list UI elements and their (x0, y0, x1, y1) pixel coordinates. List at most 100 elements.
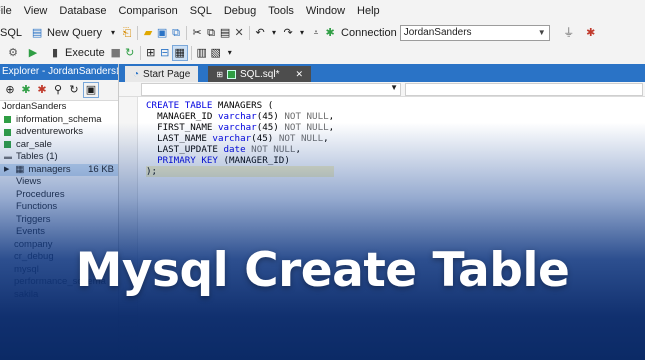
connect-icon[interactable]: ✱ (19, 83, 33, 97)
menu-debug[interactable]: Debug (218, 0, 262, 22)
menu-comparison[interactable]: Comparison (112, 0, 183, 22)
database-explorer: Explorer - JordanSanders ⊞ ✕ ⊕ ✱ ✱ ⚲ ↻ ▣… (0, 64, 119, 360)
paste-icon[interactable]: ▤ (218, 26, 232, 40)
explorer-title-bar: Explorer - JordanSanders ⊞ ✕ (0, 64, 118, 80)
menu-window[interactable]: Window (300, 0, 351, 22)
redo-dropdown-icon[interactable]: ▾ (295, 26, 309, 40)
database-icon (4, 128, 11, 136)
refresh-icon[interactable]: ↻ (67, 83, 81, 97)
collapse-icon[interactable]: ▣ (83, 82, 99, 98)
document-tabs: ◔ Start Page ⊞ SQL.sql* ✕ (119, 64, 645, 82)
refresh-icon[interactable]: ↻ (123, 46, 137, 60)
run-icon[interactable]: ▶ (26, 46, 40, 60)
comment-icon[interactable]: ▥ (195, 46, 209, 60)
tree-node-events-folder[interactable]: Events (0, 226, 118, 239)
explorer-toolbar: ⊕ ✱ ✱ ⚲ ↻ ▣ (0, 80, 118, 101)
new-query-icon: ▤ (31, 26, 43, 39)
object-selector[interactable]: ▼ (141, 83, 401, 96)
menu-sql[interactable]: SQL (184, 0, 218, 22)
execute-button[interactable]: ▮ Execute (44, 43, 109, 63)
status-icon (227, 69, 237, 79)
execute-label: Execute (65, 47, 105, 59)
menu-view[interactable]: View (18, 0, 54, 22)
sql-label: SQL (0, 27, 23, 39)
save-icon[interactable]: ▣ (155, 26, 169, 40)
chevron-down-icon: ▼ (537, 28, 546, 37)
disconnect-icon[interactable]: ✱ (35, 83, 49, 97)
tree-node-tables-folder[interactable]: ▬ Tables (1) (0, 151, 118, 164)
table-icon: ▦ (15, 163, 25, 175)
tab-sql-document[interactable]: ⊞ SQL.sql* ✕ (208, 66, 312, 82)
explain-plan-icon[interactable]: ⊞ (144, 46, 158, 60)
open-file-icon[interactable]: ⎗ (120, 26, 134, 40)
menu-bar: File View Database Comparison SQL Debug … (0, 0, 645, 22)
menu-help[interactable]: Help (351, 0, 386, 22)
execute-toolbar: ⚙ ▶ ▮ Execute ■ ↻ ⊞ ⊟ ▦ ▥ ▧ ▾ (0, 42, 645, 64)
tree-node-table[interactable]: ▶ ▦ managers 16 KB (0, 163, 118, 177)
code-line: MANAGER_ID varchar(45) NOT NULL, (157, 111, 335, 122)
build-icon[interactable]: ⚙ (6, 46, 20, 60)
tree-node-triggers-folder[interactable]: Triggers (0, 214, 118, 227)
code-line: PRIMARY KEY (MANAGER_ID) (157, 155, 290, 166)
connect-icon[interactable]: ✱ (323, 26, 337, 40)
menu-file[interactable]: File (0, 0, 18, 22)
plug-icon[interactable]: ⏚ (562, 26, 576, 40)
toolbar-separator (186, 26, 188, 40)
code-line: CREATE TABLE MANAGERS ( (146, 100, 274, 111)
format-icon[interactable]: ▦ (171, 45, 188, 61)
code-line: LAST_NAME varchar(45) NOT NULL, (157, 133, 329, 144)
start-page-icon: ◔ (133, 68, 140, 80)
tree-node-database[interactable]: adventureworks (0, 126, 118, 139)
member-selector[interactable] (405, 83, 643, 96)
pin-icon[interactable]: ⊞ ✕ (116, 64, 118, 80)
undo-dropdown-icon[interactable]: ▾ (267, 26, 281, 40)
code-line: LAST_UPDATE date NOT NULL, (157, 144, 301, 155)
toolbar-separator (190, 46, 192, 60)
sql-button[interactable]: SQL (0, 23, 26, 43)
toolbar-separator (139, 46, 141, 60)
new-query-label: New Query (47, 27, 103, 39)
sql-editor[interactable]: ▼ CREATE TABLE MANAGERS ( MANAGER_ID var… (119, 82, 645, 360)
tree-node-connection[interactable]: JordanSanders (0, 101, 118, 114)
sql-file-icon: ⊞ (216, 69, 224, 79)
connection-select[interactable]: JordanSanders ▼ (399, 25, 550, 41)
save-all-icon[interactable]: ⧉ (169, 26, 183, 40)
code-area[interactable]: CREATE TABLE MANAGERS ( MANAGER_ID varch… (146, 100, 335, 177)
menu-database[interactable]: Database (53, 0, 112, 22)
database-icon (4, 116, 11, 124)
connection-value: JordanSanders (403, 27, 472, 38)
editor-navigation-bar: ▼ (119, 82, 645, 97)
tree-node-database[interactable]: information_schema (0, 114, 118, 127)
folder-open-icon[interactable]: ▰ (141, 26, 155, 40)
dropdown-chevron-icon[interactable]: ▾ (106, 26, 120, 40)
close-icon[interactable]: ✕ (295, 69, 303, 80)
code-line-current: ); (146, 166, 335, 177)
toolbar-overflow-icon[interactable]: ▾ (223, 46, 237, 60)
tree-node-database[interactable]: car_sale (0, 139, 118, 152)
connection-label: Connection (341, 27, 397, 39)
tab-start-page[interactable]: ◔ Start Page (125, 66, 199, 82)
undo-icon[interactable]: ↶ (253, 26, 267, 40)
code-line: FIRST_NAME varchar(45) NOT NULL, (157, 122, 335, 133)
menu-tools[interactable]: Tools (262, 0, 300, 22)
tree-node-procedures-folder[interactable]: Procedures (0, 189, 118, 202)
cut-icon[interactable]: ✂ (190, 26, 204, 40)
delete-icon[interactable]: ✕ (232, 26, 246, 40)
tree-node-functions-folder[interactable]: Functions (0, 201, 118, 214)
explorer-title: Explorer - JordanSanders (2, 66, 116, 77)
copy-icon[interactable]: ⧉ (204, 26, 218, 40)
main-toolbar: SQL ▤ New Query ▾ ⎗ ▰ ▣ ⧉ ✂ ⧉ ▤ ✕ ↶ ▾ ↷ … (0, 22, 645, 44)
redo-icon[interactable]: ↷ (281, 26, 295, 40)
query-profiler-icon[interactable]: ⊟ (158, 46, 172, 60)
filter-icon[interactable]: ⚲ (51, 83, 65, 97)
stop-icon[interactable]: ■ (109, 46, 123, 60)
new-query-button[interactable]: ▤ New Query (26, 23, 106, 43)
expand-arrow-icon[interactable]: ▶ (4, 164, 9, 177)
new-connection-icon[interactable]: ⊕ (3, 83, 17, 97)
more-icon[interactable]: ⩡ (309, 26, 323, 40)
tree-node-views-folder[interactable]: Views (0, 176, 118, 189)
disconnect-icon[interactable]: ✱ (584, 26, 598, 40)
database-icon (4, 141, 11, 149)
uncomment-icon[interactable]: ▧ (209, 46, 223, 60)
folder-icon: ▬ (4, 152, 12, 161)
